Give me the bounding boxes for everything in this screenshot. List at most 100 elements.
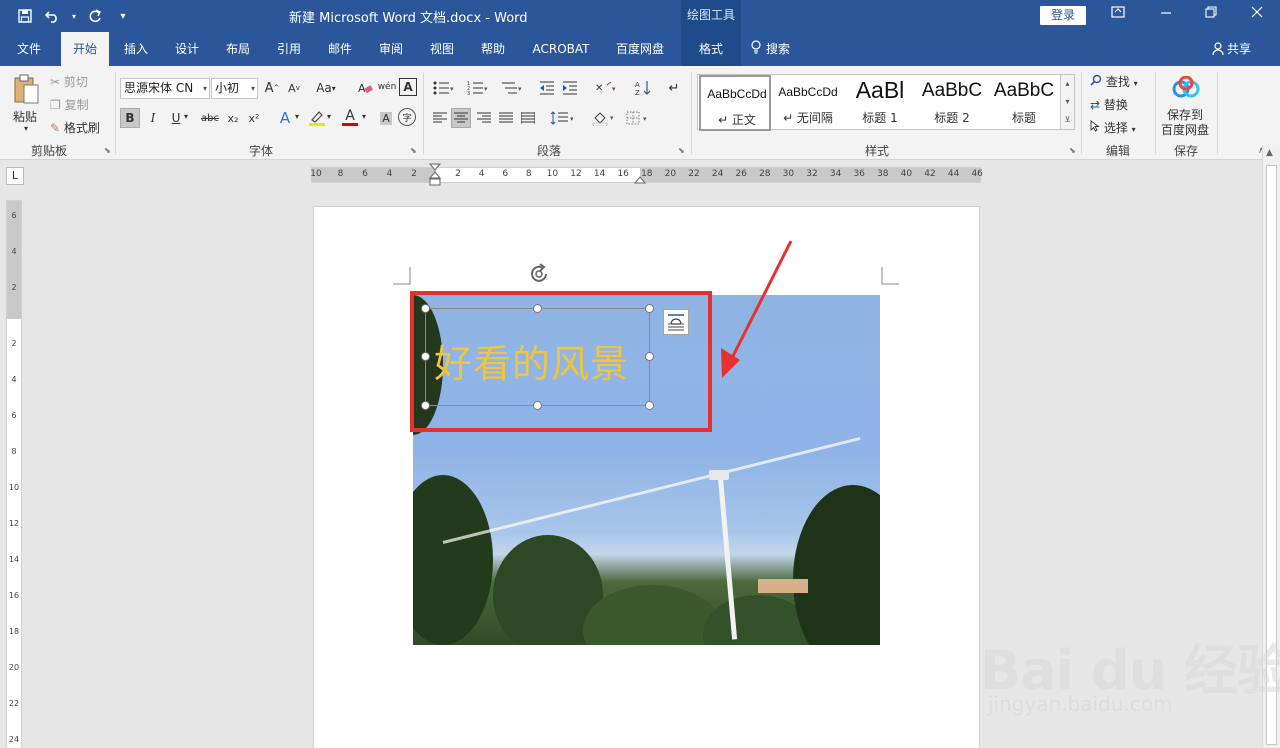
italic-button[interactable]: I [143, 108, 163, 128]
restore-icon[interactable] [1201, 6, 1221, 22]
shading-icon[interactable]: ▾ [590, 108, 620, 128]
decrease-indent-icon[interactable] [537, 78, 557, 98]
chevron-down-icon[interactable]: ▾ [1061, 93, 1074, 111]
tab-insert[interactable]: 插入 [114, 32, 158, 66]
style-no-spacing[interactable]: AaBbCcDd ↵ 无间隔 [772, 75, 844, 131]
style-heading-1[interactable]: AaBl 标题 1 [844, 75, 916, 131]
font-size-combo[interactable]: 小初 ▾ [211, 78, 258, 99]
scroll-up-icon[interactable]: ▲ [1266, 148, 1273, 158]
close-icon[interactable] [1247, 6, 1267, 22]
shrink-font-icon[interactable]: Av [284, 78, 304, 98]
character-border-icon[interactable]: A [399, 78, 417, 96]
paste-label[interactable]: 粘贴 [13, 108, 37, 125]
copy-button[interactable]: ❐ 复制 [50, 96, 89, 113]
undo-icon[interactable] [42, 6, 64, 26]
tab-review[interactable]: 审阅 [369, 32, 413, 66]
save-icon[interactable] [14, 6, 36, 26]
tab-format[interactable]: 格式 [681, 32, 741, 66]
tab-help[interactable]: 帮助 [471, 32, 515, 66]
chevron-down-icon: ▾ [202, 84, 207, 93]
phonetic-guide-icon[interactable]: wén [377, 77, 397, 97]
tell-me-search[interactable]: 搜索 [750, 32, 806, 66]
tab-layout[interactable]: 布局 [216, 32, 260, 66]
text-direction-icon[interactable]: ✕ ▾ [593, 78, 621, 98]
text-effects-dropdown-icon[interactable]: ▾ [295, 112, 299, 121]
font-name-combo[interactable]: 思源宋体 CN ▾ [120, 78, 210, 99]
font-launcher-icon[interactable]: ⬊ [410, 146, 417, 155]
right-indent-marker[interactable] [633, 172, 647, 184]
multilevel-list-icon[interactable]: ▾ [498, 78, 526, 98]
numbering-icon[interactable]: 1 2 3 ▾ [464, 78, 492, 98]
tab-baidu-netdisk[interactable]: 百度网盘 [608, 32, 672, 66]
highlight-dropdown-icon[interactable]: ▾ [327, 112, 331, 121]
indent-marker[interactable] [428, 163, 442, 187]
align-right-icon[interactable] [474, 108, 494, 128]
style-heading-2[interactable]: AaBbC 标题 2 [916, 75, 988, 131]
grow-font-icon[interactable]: A ^ [262, 78, 282, 98]
highlight-icon[interactable] [307, 108, 327, 128]
horizontal-ruler[interactable]: 10 8 6 4 2 2 4 6 8 10 12 14 16 18 20 22 24 26 28 30 32 34 36 38… [310, 163, 983, 186]
subscript-button[interactable]: x₂ [223, 108, 243, 128]
bold-button[interactable]: B [120, 108, 140, 128]
superscript-button[interactable]: x² [244, 108, 264, 128]
font-color-dropdown-icon[interactable]: ▾ [362, 112, 366, 121]
tab-home[interactable]: 开始 [61, 32, 109, 66]
align-center-icon[interactable] [451, 108, 471, 128]
clear-formatting-icon[interactable]: A [355, 78, 375, 98]
paragraph-launcher-icon[interactable]: ⬊ [678, 146, 685, 155]
clipboard-launcher-icon[interactable]: ⬊ [104, 146, 111, 155]
justify-icon[interactable] [496, 108, 516, 128]
chevron-up-icon[interactable]: ▴ [1061, 75, 1074, 93]
baidu-netdisk-icon[interactable] [1171, 74, 1201, 102]
find-button[interactable]: 查找 ▾ [1090, 73, 1138, 90]
tab-file[interactable]: 文件 [6, 32, 52, 66]
paste-icon[interactable] [10, 72, 42, 106]
customize-qat-icon[interactable]: ▾ [112, 6, 134, 26]
gallery-more-icon[interactable]: ⊻ [1061, 111, 1074, 129]
tab-view[interactable]: 视图 [420, 32, 464, 66]
redo-icon[interactable] [84, 6, 106, 26]
line-spacing-icon[interactable]: ▾ [548, 108, 578, 128]
vertical-ruler[interactable]: 6 4 2 2 4 6 8 10 12 14 16 18 20 22 24 [6, 200, 22, 748]
style-title[interactable]: AaBbC 标题 [988, 75, 1060, 131]
copy-icon: ❐ [50, 98, 61, 112]
strikethrough-button[interactable]: abc [198, 108, 222, 128]
minimize-icon[interactable] [1156, 6, 1176, 22]
font-color-icon[interactable]: A [340, 106, 360, 128]
tab-stop-selector[interactable]: L [6, 167, 24, 185]
character-shading-icon[interactable]: A [376, 108, 396, 128]
underline-button[interactable]: U [166, 108, 186, 128]
select-button[interactable]: 选择 ▾ [1090, 119, 1136, 136]
ruler-number: 16 [8, 591, 20, 600]
paste-dropdown-icon[interactable]: ▾ [24, 124, 28, 133]
enclose-characters-icon[interactable]: 字 [398, 108, 416, 126]
format-painter-button[interactable]: ✎ 格式刷 [50, 119, 100, 136]
share-button[interactable]: 共享 [1212, 40, 1251, 58]
undo-dropdown-icon[interactable]: ▾ [70, 6, 78, 26]
increase-indent-icon[interactable] [560, 78, 580, 98]
sort-icon[interactable]: AZ [634, 78, 654, 98]
login-button[interactable]: 登录 [1040, 6, 1086, 25]
replace-button[interactable]: ⇄ 替换 [1090, 96, 1128, 113]
cut-button[interactable]: ✂ 剪切 [50, 73, 88, 90]
tab-acrobat[interactable]: ACROBAT [525, 32, 597, 66]
ribbon-display-options-icon[interactable] [1108, 6, 1128, 22]
bullets-icon[interactable]: ▾ [430, 78, 458, 98]
align-left-icon[interactable] [430, 108, 450, 128]
show-formatting-marks-icon[interactable]: ↵ [664, 78, 684, 98]
borders-icon[interactable]: ▾ [624, 108, 654, 128]
rotate-handle-icon[interactable] [527, 262, 551, 286]
tab-references[interactable]: 引用 [267, 32, 311, 66]
svg-text:▾: ▾ [643, 115, 647, 123]
save-to-netdisk-label-2[interactable]: 百度网盘 [1161, 121, 1209, 138]
styles-launcher-icon[interactable]: ⬊ [1069, 146, 1076, 155]
tab-design[interactable]: 设计 [165, 32, 209, 66]
svg-text:▾: ▾ [484, 85, 488, 93]
styles-gallery-scroll[interactable]: ▴ ▾ ⊻ [1061, 74, 1075, 130]
text-effects-icon[interactable]: A [275, 108, 295, 128]
change-case-icon[interactable]: Aa ▾ [312, 78, 340, 98]
tab-mailings[interactable]: 邮件 [318, 32, 362, 66]
distributed-icon[interactable] [518, 108, 538, 128]
underline-dropdown-icon[interactable]: ▾ [184, 112, 188, 121]
style-normal[interactable]: AaBbCcDd ↵ 正文 [699, 75, 771, 131]
